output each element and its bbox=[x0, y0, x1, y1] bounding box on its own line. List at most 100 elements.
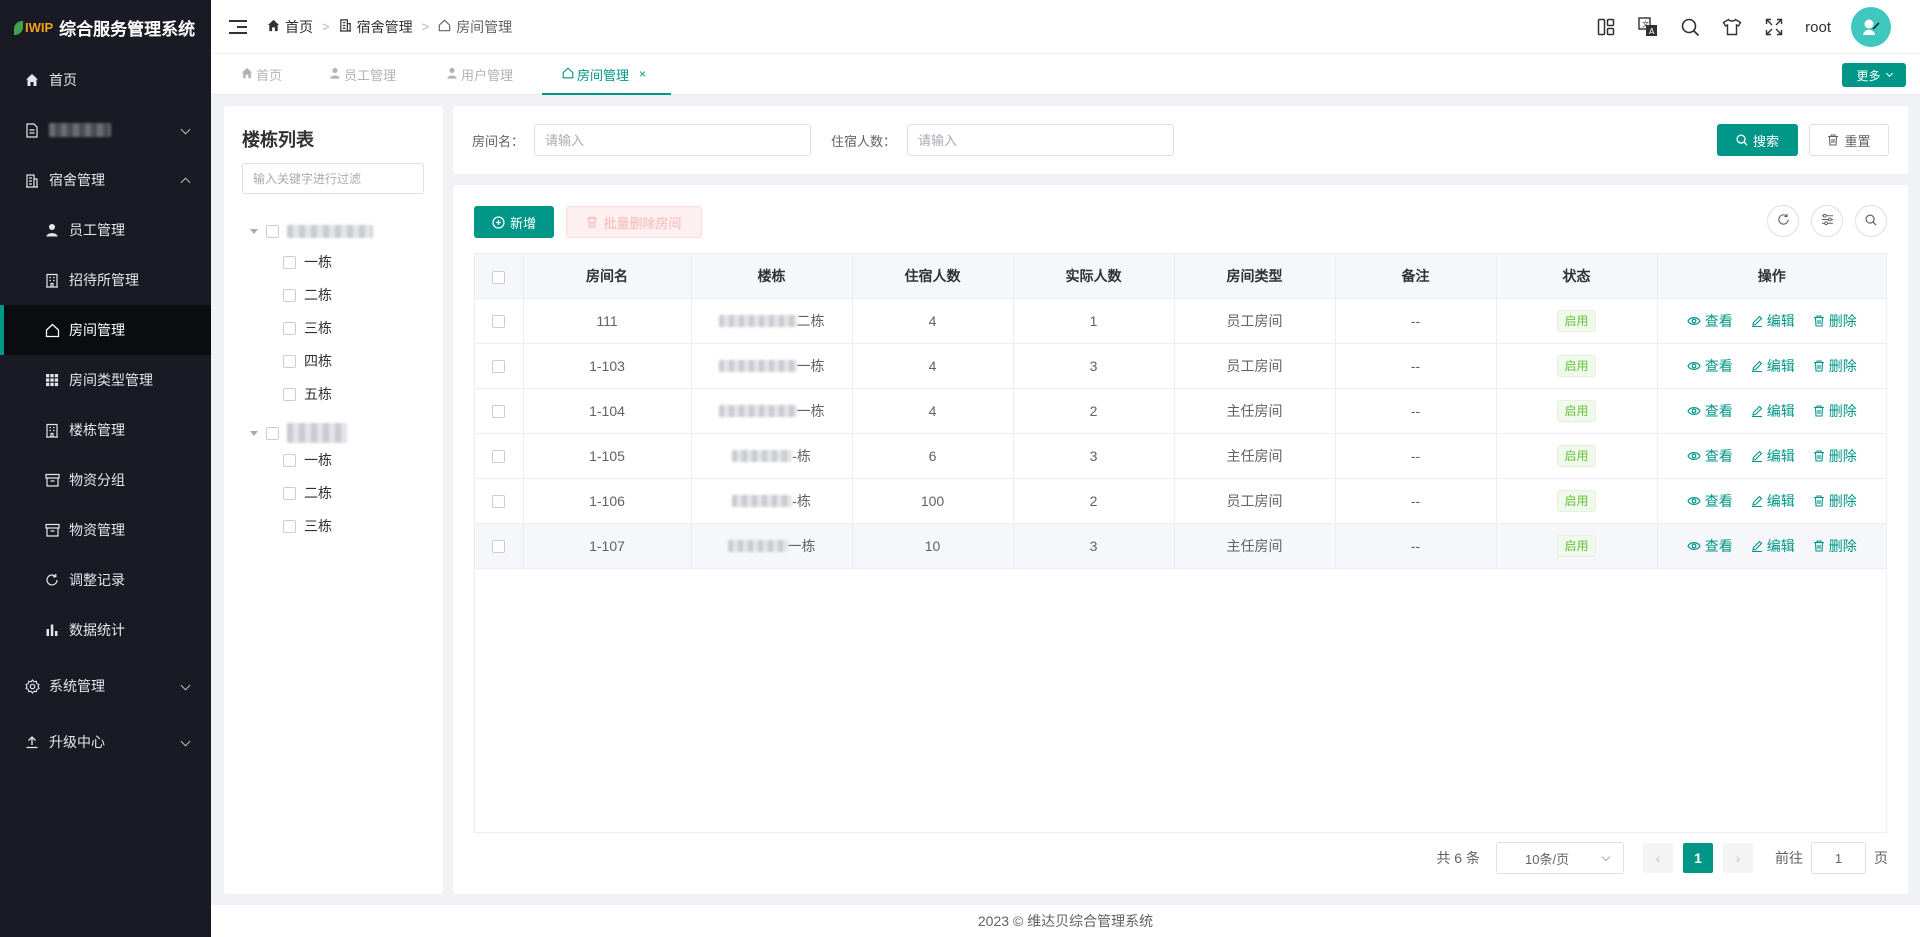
next-page-button[interactable]: › bbox=[1723, 843, 1753, 873]
shirt-icon[interactable] bbox=[1721, 16, 1743, 38]
tree-item[interactable]: 一栋 bbox=[283, 252, 332, 272]
sidebar-item-adjustments[interactable]: 调整记录 bbox=[0, 555, 211, 605]
edit-button[interactable]: 编辑 bbox=[1751, 446, 1795, 466]
tree-checkbox[interactable] bbox=[283, 387, 296, 401]
row-checkbox[interactable] bbox=[492, 450, 506, 464]
sidebar-item-buildings[interactable]: 楼栋管理 bbox=[0, 405, 211, 455]
column-settings-button[interactable] bbox=[1811, 205, 1843, 237]
table-row[interactable]: 1-103 一栋 4 3 员工房间 -- 启用 查看 编辑 删除 bbox=[475, 343, 1886, 389]
translate-icon[interactable]: 文A bbox=[1637, 16, 1659, 38]
room-name-input[interactable] bbox=[534, 124, 811, 156]
table-row[interactable]: 1-106 -栋 100 2 员工房间 -- 启用 查看 编辑 删除 bbox=[475, 478, 1886, 524]
sidebar-item-upgrade[interactable]: 升级中心 bbox=[0, 717, 211, 767]
tree-checkbox[interactable] bbox=[283, 354, 296, 368]
page-number[interactable]: 1 bbox=[1683, 843, 1713, 873]
edit-button[interactable]: 编辑 bbox=[1751, 356, 1795, 376]
delete-button[interactable]: 删除 bbox=[1813, 446, 1857, 466]
tree-filter-input[interactable] bbox=[242, 163, 424, 194]
goto-page-input[interactable] bbox=[1811, 842, 1866, 874]
table-row[interactable]: 111 二栋 4 1 员工房间 -- 启用 查看 编辑 删除 bbox=[475, 298, 1886, 344]
tab-home[interactable]: 首页 bbox=[241, 54, 282, 94]
tree-checkbox[interactable] bbox=[266, 225, 279, 238]
batch-delete-button[interactable]: 批量删除房间 bbox=[566, 206, 702, 238]
view-button[interactable]: 查看 bbox=[1687, 446, 1733, 466]
view-button[interactable]: 查看 bbox=[1687, 356, 1733, 376]
toggle-search-button[interactable] bbox=[1855, 205, 1887, 237]
delete-button[interactable]: 删除 bbox=[1813, 491, 1857, 511]
refresh-button[interactable] bbox=[1767, 205, 1799, 237]
tree-checkbox[interactable] bbox=[283, 321, 296, 335]
row-checkbox[interactable] bbox=[492, 540, 506, 554]
table-row[interactable]: 1-104 一栋 4 2 主任房间 -- 启用 查看 编辑 删除 bbox=[475, 388, 1886, 434]
sidebar-item-redacted[interactable] bbox=[0, 105, 211, 155]
table-row[interactable]: 1-105 -栋 6 3 主任房间 -- 启用 查看 编辑 删除 bbox=[475, 433, 1886, 479]
room-name-cell: 1-104 bbox=[523, 388, 692, 434]
search-icon[interactable] bbox=[1679, 16, 1701, 38]
row-checkbox[interactable] bbox=[492, 360, 506, 374]
sidebar-item-employees[interactable]: 员工管理 bbox=[0, 205, 211, 255]
app-logo[interactable]: IWIP 综合服务管理系统 bbox=[0, 0, 211, 55]
tree-item[interactable]: 五栋 bbox=[283, 384, 332, 404]
delete-button[interactable]: 删除 bbox=[1813, 311, 1857, 331]
tree-checkbox[interactable] bbox=[283, 255, 296, 269]
tree-checkbox[interactable] bbox=[283, 519, 296, 533]
sidebar-item-dormitory[interactable]: 宿舍管理 bbox=[0, 155, 211, 205]
sidebar-item-statistics[interactable]: 数据统计 bbox=[0, 605, 211, 655]
tree-item[interactable]: 三栋 bbox=[283, 516, 332, 536]
fullscreen-icon[interactable] bbox=[1763, 16, 1785, 38]
row-checkbox[interactable] bbox=[492, 315, 506, 329]
tab-employees[interactable]: 员工管理 bbox=[329, 54, 396, 94]
username[interactable]: root bbox=[1805, 19, 1831, 36]
menu-fold-icon[interactable] bbox=[229, 19, 247, 34]
delete-button[interactable]: 删除 bbox=[1813, 356, 1857, 376]
sidebar-item-system[interactable]: 系统管理 bbox=[0, 661, 211, 711]
reset-button[interactable]: 重置 bbox=[1809, 124, 1889, 156]
tree-group-2[interactable] bbox=[250, 423, 347, 443]
breadcrumb-dormitory[interactable]: 宿舍管理 bbox=[339, 17, 413, 37]
capacity-input[interactable] bbox=[907, 124, 1174, 156]
view-button[interactable]: 查看 bbox=[1687, 311, 1733, 331]
tree-item[interactable]: 二栋 bbox=[283, 285, 332, 305]
row-checkbox[interactable] bbox=[492, 495, 506, 509]
sidebar-item-rooms[interactable]: 房间管理 bbox=[0, 305, 211, 355]
view-button[interactable]: 查看 bbox=[1687, 536, 1733, 556]
tree-item[interactable]: 一栋 bbox=[283, 450, 332, 470]
delete-button[interactable]: 删除 bbox=[1813, 401, 1857, 421]
sidebar-item-home[interactable]: 首页 bbox=[0, 55, 211, 105]
tree-item[interactable]: 四栋 bbox=[283, 351, 332, 371]
sidebar-item-guesthouse[interactable]: 招待所管理 bbox=[0, 255, 211, 305]
sidebar-item-supply-groups[interactable]: 物资分组 bbox=[0, 455, 211, 505]
tree-checkbox[interactable] bbox=[283, 486, 296, 500]
view-button[interactable]: 查看 bbox=[1687, 491, 1733, 511]
caret-down-icon[interactable] bbox=[250, 229, 258, 234]
delete-button[interactable]: 删除 bbox=[1813, 536, 1857, 556]
prev-page-button[interactable]: ‹ bbox=[1643, 843, 1673, 873]
tab-users[interactable]: 用户管理 bbox=[446, 54, 513, 94]
close-icon[interactable]: × bbox=[639, 67, 646, 81]
sidebar-item-supplies[interactable]: 物资管理 bbox=[0, 505, 211, 555]
layout-icon[interactable] bbox=[1595, 16, 1617, 38]
breadcrumb-home[interactable]: 首页 bbox=[267, 17, 313, 37]
more-tabs-button[interactable]: 更多 bbox=[1842, 63, 1906, 87]
avatar[interactable] bbox=[1851, 7, 1891, 47]
row-checkbox[interactable] bbox=[492, 405, 506, 419]
caret-down-icon[interactable] bbox=[250, 430, 258, 436]
view-button[interactable]: 查看 bbox=[1687, 401, 1733, 421]
add-button[interactable]: 新增 bbox=[474, 206, 554, 238]
table-row[interactable]: 1-107 一栋 10 3 主任房间 -- 启用 查看 编辑 删除 bbox=[475, 523, 1886, 569]
tree-checkbox[interactable] bbox=[283, 453, 296, 467]
search-button[interactable]: 搜索 bbox=[1717, 124, 1798, 156]
tree-group-1[interactable] bbox=[250, 225, 373, 238]
edit-button[interactable]: 编辑 bbox=[1751, 491, 1795, 511]
select-all-checkbox[interactable] bbox=[492, 270, 506, 284]
page-size-select[interactable]: 10条/页 bbox=[1496, 842, 1624, 874]
edit-button[interactable]: 编辑 bbox=[1751, 401, 1795, 421]
tree-item[interactable]: 三栋 bbox=[283, 318, 332, 338]
tree-item[interactable]: 二栋 bbox=[283, 483, 332, 503]
edit-button[interactable]: 编辑 bbox=[1751, 311, 1795, 331]
tree-checkbox[interactable] bbox=[283, 288, 296, 302]
tab-rooms[interactable]: 房间管理 × bbox=[542, 54, 671, 95]
edit-button[interactable]: 编辑 bbox=[1751, 536, 1795, 556]
tree-checkbox[interactable] bbox=[266, 426, 279, 440]
sidebar-item-room-types[interactable]: 房间类型管理 bbox=[0, 355, 211, 405]
